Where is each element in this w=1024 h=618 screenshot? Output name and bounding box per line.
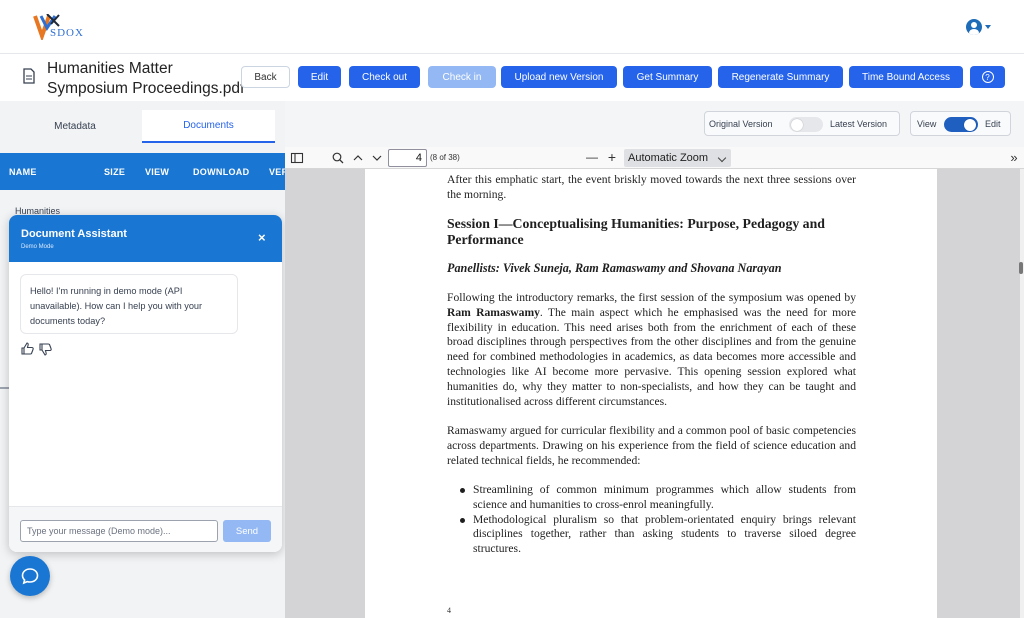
page-count: (8 of 38) xyxy=(430,153,460,162)
documents-table-header: NAME SIZE VIEW DOWNLOAD VER xyxy=(0,153,285,190)
thumbs-down-icon[interactable] xyxy=(39,342,53,356)
pdf-session-heading: Session I—Conceptualising Humanities: Pu… xyxy=(447,216,825,247)
user-avatar-icon xyxy=(966,19,982,35)
close-icon[interactable]: × xyxy=(258,230,266,245)
chat-subtitle: Demo Mode xyxy=(21,244,54,250)
tab-metadata[interactable]: Metadata xyxy=(9,110,141,143)
thumbs-up-icon[interactable] xyxy=(21,342,35,356)
latest-version-label: Latest Version xyxy=(830,119,888,129)
version-toggle: Original Version Latest Version xyxy=(704,111,900,136)
column-header-view[interactable]: VIEW xyxy=(145,167,169,177)
more-tools-button[interactable]: » xyxy=(1007,150,1021,165)
time-bound-access-button[interactable]: Time Bound Access xyxy=(849,66,963,88)
previous-page-icon[interactable] xyxy=(351,151,365,165)
pdf-bullet-list: Streamlining of common minimum programme… xyxy=(447,483,856,557)
pdf-paragraph-1-start: Following the introductory remarks, the … xyxy=(447,291,856,304)
edit-label: Edit xyxy=(985,119,1001,129)
zoom-out-button[interactable]: — xyxy=(585,150,599,164)
chat-bubble-icon xyxy=(21,568,39,585)
pdf-bullet-item: Streamlining of common minimum programme… xyxy=(447,483,856,513)
sidebar-toggle-icon[interactable] xyxy=(290,151,304,165)
pdf-paragraph-1: Following the introductory remarks, the … xyxy=(447,291,856,409)
pdf-paragraph-1-bold: Ram Ramaswamy xyxy=(447,305,540,319)
chevron-down-icon xyxy=(985,25,991,29)
help-button[interactable]: ? xyxy=(970,66,1005,88)
logo-text: SDOX xyxy=(50,27,84,39)
edit-button[interactable]: Edit xyxy=(298,66,341,88)
switch-knob xyxy=(964,118,976,131)
file-icon xyxy=(23,68,35,84)
file-title: Humanities Matter Symposium Proceedings.… xyxy=(47,60,245,97)
get-summary-button[interactable]: Get Summary xyxy=(623,66,712,88)
zoom-in-button[interactable]: + xyxy=(605,149,619,165)
assistant-message: Hello! I'm running in demo mode (API una… xyxy=(20,274,238,334)
next-page-icon[interactable] xyxy=(370,151,384,165)
left-tabs: Metadata Documents xyxy=(0,101,285,152)
page-number-input[interactable] xyxy=(388,149,427,167)
back-button[interactable]: Back xyxy=(241,66,290,88)
switch-knob xyxy=(791,118,803,131)
pdf-viewport[interactable]: After this emphatic start, the event bri… xyxy=(285,169,1020,618)
pdf-page-number: 4 xyxy=(447,606,451,615)
chat-title: Document Assistant xyxy=(21,228,127,240)
chat-toggle-button[interactable] xyxy=(10,556,50,596)
column-header-version[interactable]: VER xyxy=(269,167,285,177)
pdf-scrollbar[interactable] xyxy=(1020,169,1024,618)
send-button[interactable]: Send xyxy=(223,520,271,542)
chat-footer: Send xyxy=(9,506,282,552)
pdf-bullet-item: Methodological pluralism so that problem… xyxy=(447,513,856,557)
chat-header: Document Assistant Demo Mode × xyxy=(9,215,282,262)
view-edit-switch[interactable] xyxy=(944,117,978,132)
zoom-select[interactable]: Automatic Zoom xyxy=(624,149,731,167)
view-edit-toggle: View Edit xyxy=(910,111,1011,136)
search-icon[interactable] xyxy=(331,151,345,165)
column-header-name[interactable]: NAME xyxy=(9,167,37,177)
top-bar: SDOX xyxy=(0,0,1024,54)
tab-documents[interactable]: Documents xyxy=(142,110,275,143)
document-assistant-panel: Document Assistant Demo Mode × Hello! I'… xyxy=(9,215,282,552)
check-in-button[interactable]: Check in xyxy=(428,66,496,88)
pdf-scrollbar-thumb[interactable] xyxy=(1019,262,1023,274)
pdf-intro-paragraph: After this emphatic start, the event bri… xyxy=(447,173,856,201)
user-menu[interactable] xyxy=(966,17,996,37)
column-header-size[interactable]: SIZE xyxy=(104,167,125,177)
pdf-panellists: Panellists: Vivek Suneja, Ram Ramaswamy … xyxy=(447,261,782,275)
upload-new-version-button[interactable]: Upload new Version xyxy=(501,66,617,88)
zoom-select-value: Automatic Zoom xyxy=(628,152,709,164)
pdf-page: After this emphatic start, the event bri… xyxy=(365,169,937,618)
pdf-paragraph-1-end: . The main aspect which he emphasised wa… xyxy=(447,305,856,408)
version-switch[interactable] xyxy=(789,117,823,132)
view-label: View xyxy=(917,119,937,129)
column-header-download[interactable]: DOWNLOAD xyxy=(193,167,249,177)
check-out-button[interactable]: Check out xyxy=(349,66,420,88)
regenerate-summary-button[interactable]: Regenerate Summary xyxy=(718,66,843,88)
original-version-label: Original Version xyxy=(709,119,773,129)
chat-message-input[interactable] xyxy=(20,520,218,542)
pdf-toolbar: (8 of 38) — + Automatic Zoom » xyxy=(285,147,1024,169)
pdf-paragraph-2: Ramaswamy argued for curricular flexibil… xyxy=(447,424,856,467)
help-icon: ? xyxy=(981,71,994,83)
